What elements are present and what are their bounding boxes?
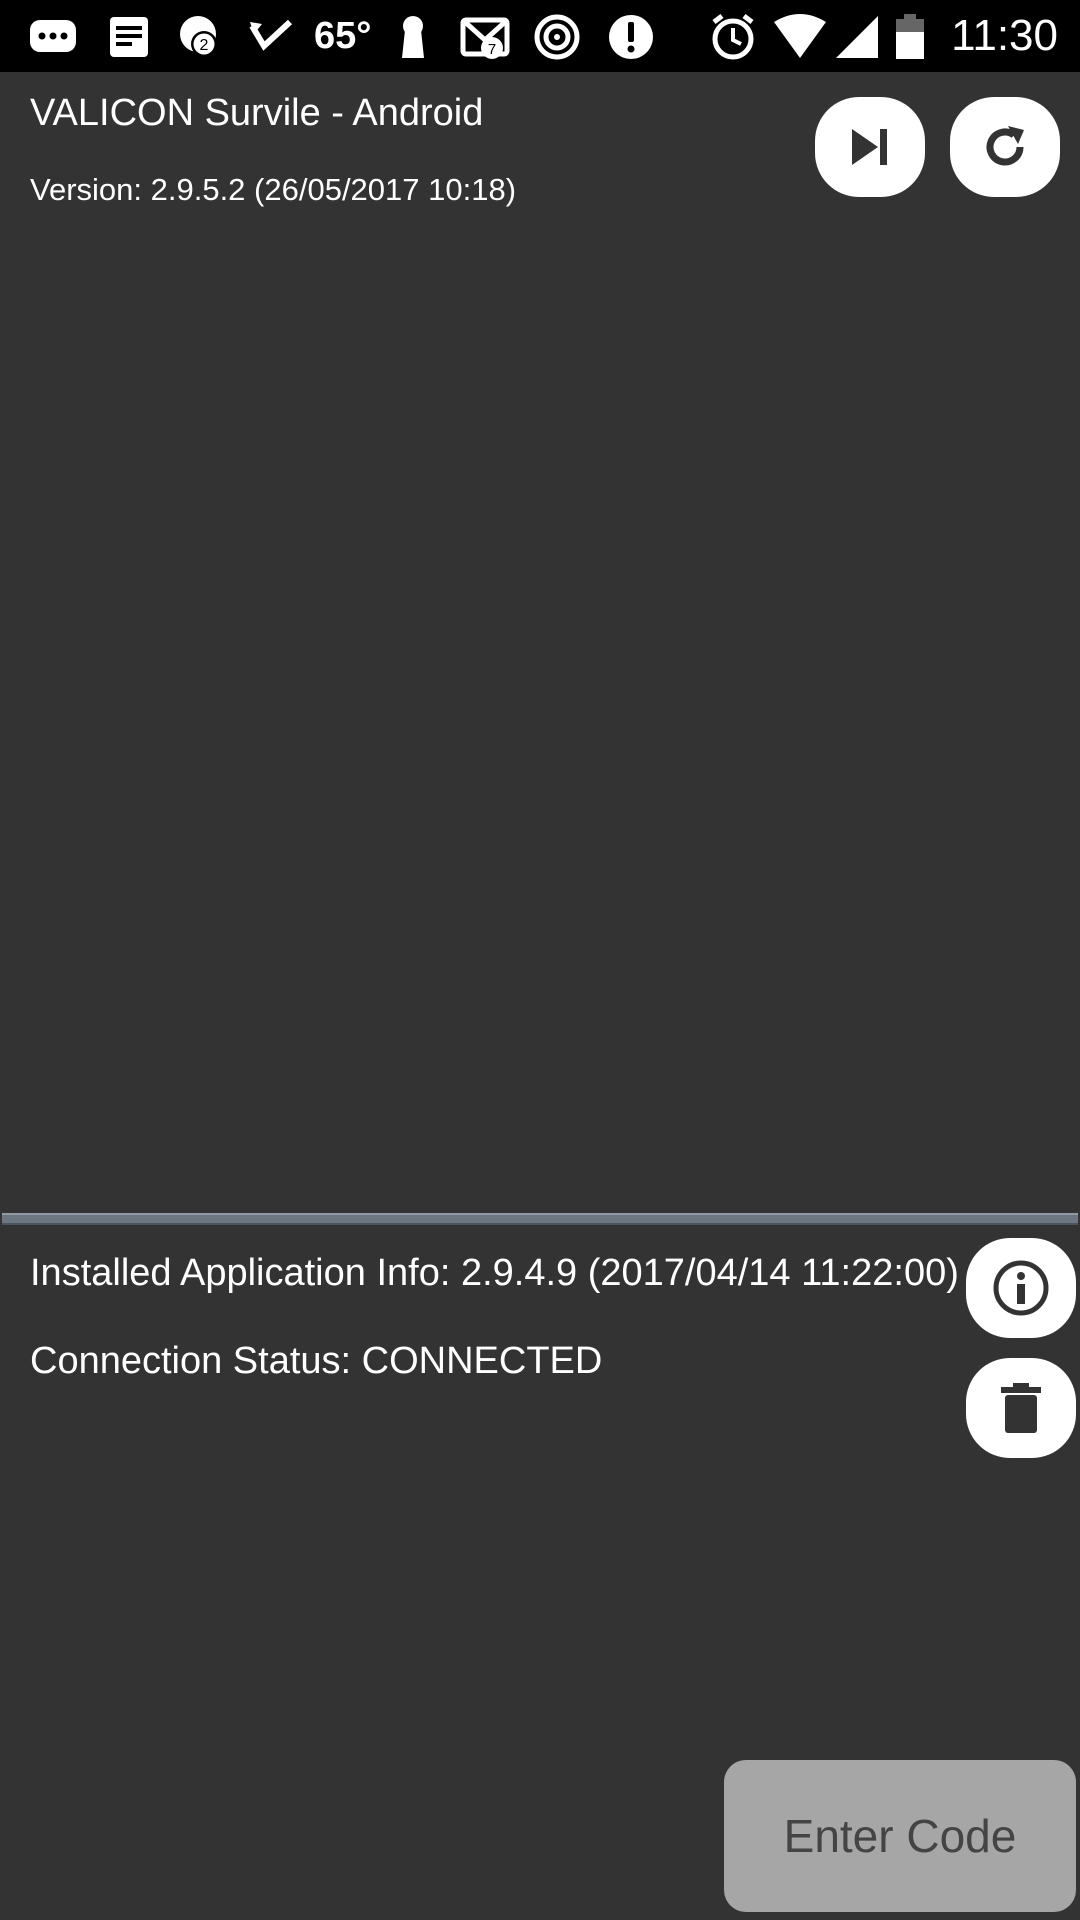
info-icon — [993, 1260, 1049, 1316]
trash-icon — [1001, 1383, 1041, 1433]
missed-call-icon — [249, 19, 293, 51]
refresh-icon — [986, 126, 1024, 166]
temperature: 65° — [314, 15, 372, 57]
hangouts-badge: 2 — [200, 37, 209, 54]
spiral-icon — [534, 14, 580, 60]
chat-bubble-icon — [30, 20, 76, 52]
enter-code-button[interactable]: Enter Code — [724, 1760, 1076, 1912]
wifi-icon — [774, 14, 826, 58]
skip-next-button[interactable] — [815, 97, 925, 197]
alarm-icon — [712, 14, 754, 60]
app-title: VALICON Survile - Android — [30, 92, 484, 134]
gmail-badge: 7 — [488, 41, 496, 58]
notes-icon — [110, 17, 148, 57]
keyhole-icon — [402, 16, 424, 58]
status-bar: 2 65° 7 11:30 — [0, 0, 1080, 72]
section-divider[interactable] — [2, 1213, 1078, 1225]
refresh-button[interactable] — [950, 97, 1060, 197]
hangouts-icon: 2 — [180, 16, 217, 57]
gmail-icon: 7 — [460, 17, 510, 59]
alert-icon — [609, 15, 653, 59]
signal-icon — [836, 16, 878, 58]
clock: 11:30 — [951, 11, 1058, 60]
app-screen: 2 65° 7 11:30 VALICON Survile - Android … — [0, 0, 1080, 1920]
delete-button[interactable] — [966, 1358, 1076, 1458]
info-button[interactable] — [966, 1238, 1076, 1338]
installed-app-info: Installed Application Info: 2.9.4.9 (201… — [30, 1252, 959, 1294]
app-version: Version: 2.9.5.2 (26/05/2017 10:18) — [30, 172, 517, 207]
connection-status: Connection Status: CONNECTED — [30, 1340, 603, 1382]
battery-icon — [896, 14, 924, 59]
skip-next-icon — [852, 129, 887, 165]
